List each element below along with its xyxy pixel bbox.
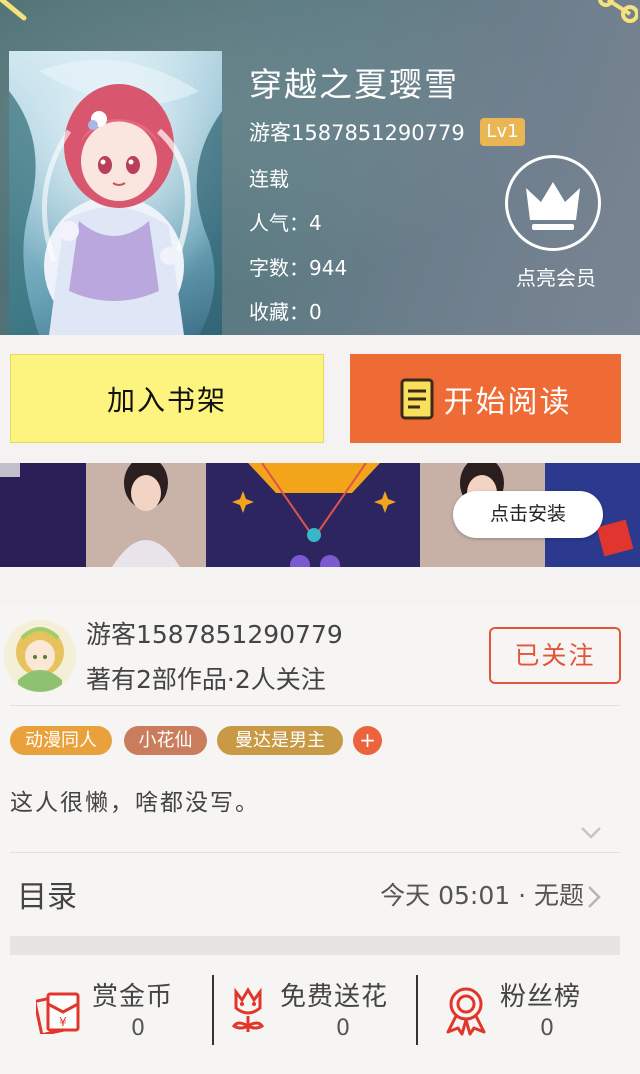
vip-button[interactable] <box>505 155 601 251</box>
share-icon[interactable] <box>594 0 638 24</box>
latest-chapter[interactable]: 今天 05:01 · 无题 <box>380 876 584 912</box>
tag-anime-fanfic[interactable]: 动漫同人 <box>10 726 112 755</box>
book-icon <box>400 378 433 419</box>
book-author[interactable]: 游客1587851290779 <box>249 117 465 147</box>
red-envelope-icon: ¥ <box>36 992 80 1034</box>
reward-coins-button[interactable]: ¥ 赏金币 0 <box>0 972 210 1047</box>
reward-coins-label: 赏金币 <box>92 982 174 1012</box>
flower-icon <box>231 987 265 1032</box>
send-flower-button[interactable]: 免费送花 0 <box>214 972 416 1047</box>
book-title: 穿越之夏璎雪 <box>249 65 459 104</box>
svg-text:¥: ¥ <box>59 1015 67 1029</box>
word-count: 字数：944 <box>249 256 348 280</box>
cover-illustration <box>9 51 222 335</box>
author-bio: 这人很懒，啥都没写。 <box>10 790 260 816</box>
fan-ranking-label: 粉丝榜 <box>500 982 582 1012</box>
fan-ranking-count: 0 <box>540 1016 554 1041</box>
start-reading-button[interactable]: 开始阅读 <box>350 354 621 443</box>
serial-status: 连载 <box>249 167 289 191</box>
ad-install-button[interactable]: 点击安装 <box>453 491 603 538</box>
medal-icon <box>446 987 486 1036</box>
reward-coins-count: 0 <box>131 1016 145 1041</box>
level-badge: Lv1 <box>480 118 525 146</box>
book-header: 穿越之夏璎雪 游客1587851290779 Lv1 连载 人气：4 字数：94… <box>0 0 640 335</box>
popularity-count: 人气：4 <box>249 211 322 235</box>
author-avatar[interactable] <box>4 620 76 692</box>
avatar-illustration <box>4 620 76 692</box>
chevron-down-icon[interactable] <box>580 826 602 840</box>
author-name[interactable]: 游客1587851290779 <box>86 615 343 651</box>
book-cover[interactable] <box>9 51 222 335</box>
back-icon[interactable] <box>0 0 30 22</box>
divider <box>10 852 620 853</box>
follow-button[interactable]: 已关注 <box>489 627 621 684</box>
crown-icon <box>526 182 580 230</box>
vip-label[interactable]: 点亮会员 <box>505 262 607 291</box>
toc-label[interactable]: 目录 <box>17 872 77 916</box>
divider <box>10 705 620 706</box>
send-flower-label: 免费送花 <box>280 982 389 1012</box>
chevron-right-icon[interactable] <box>587 885 601 909</box>
tag-manda[interactable]: 曼达是男主 <box>217 726 343 755</box>
add-tag-button[interactable]: + <box>353 726 382 755</box>
add-to-shelf-button[interactable]: 加入书架 <box>10 354 324 443</box>
tag-xiaohuaxian[interactable]: 小花仙 <box>124 726 207 755</box>
favorite-count: 收藏：0 <box>249 300 322 324</box>
send-flower-count: 0 <box>336 1016 350 1041</box>
section-separator <box>10 936 620 955</box>
author-stats: 著有2部作品·2人关注 <box>86 665 326 694</box>
add-to-shelf-label: 加入书架 <box>106 383 227 417</box>
fan-ranking-button[interactable]: 粉丝榜 0 <box>418 972 640 1047</box>
start-reading-label: 开始阅读 <box>443 384 572 420</box>
